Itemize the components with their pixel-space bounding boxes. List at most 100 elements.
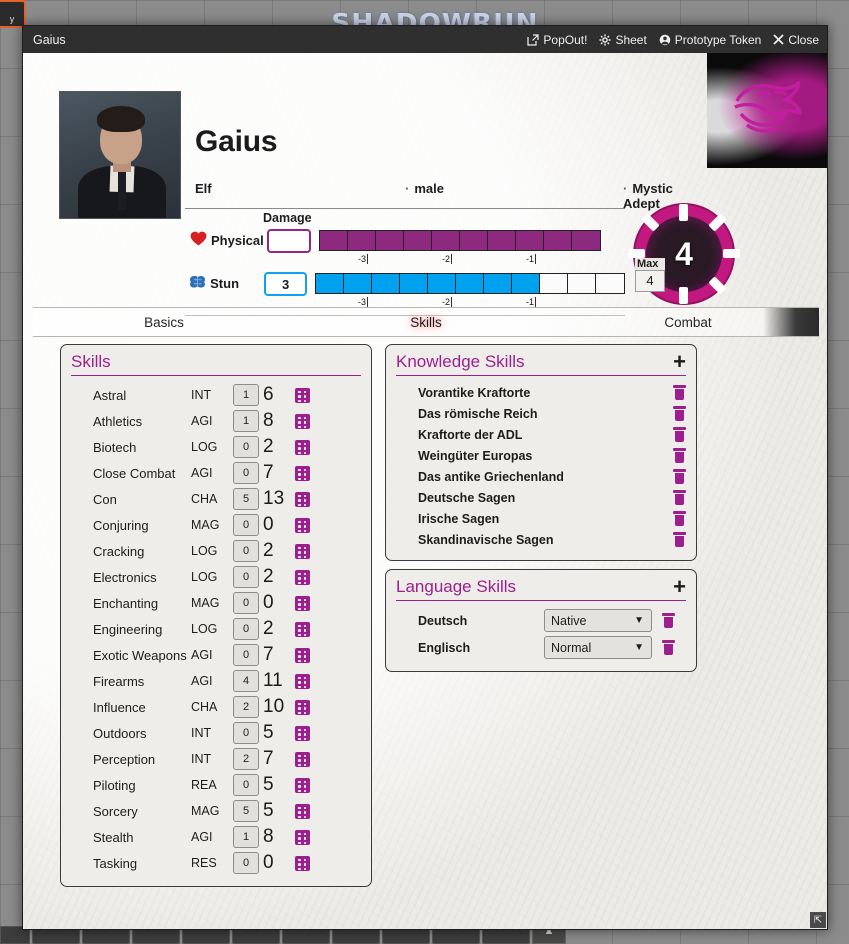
skill-rank-input[interactable]: 1 xyxy=(233,410,259,432)
roll-dice-icon[interactable] xyxy=(295,751,310,767)
roll-dice-icon[interactable] xyxy=(295,855,310,871)
character-portrait[interactable] xyxy=(59,91,181,219)
skill-name: Athletics xyxy=(93,413,143,429)
roll-dice-icon[interactable] xyxy=(295,569,310,585)
track-box[interactable] xyxy=(488,231,516,250)
skill-rank-input[interactable]: 0 xyxy=(233,852,259,874)
roll-dice-icon[interactable] xyxy=(295,673,310,689)
track-box[interactable] xyxy=(595,274,624,293)
track-box[interactable] xyxy=(572,231,600,250)
skill-rank-input[interactable]: 0 xyxy=(233,436,259,458)
physical-damage-input[interactable] xyxy=(267,228,311,253)
roll-dice-icon[interactable] xyxy=(295,803,310,819)
track-box[interactable] xyxy=(539,274,568,293)
delete-icon[interactable] xyxy=(662,613,675,628)
track-box[interactable] xyxy=(348,231,376,250)
skill-rank-input[interactable]: 0 xyxy=(233,540,259,562)
roll-dice-icon[interactable] xyxy=(295,387,310,403)
track-box[interactable] xyxy=(567,274,596,293)
skill-rank-input[interactable]: 0 xyxy=(233,722,259,744)
roll-dice-icon[interactable] xyxy=(295,647,310,663)
skill-attribute: AGI xyxy=(191,648,213,662)
skill-rank-input[interactable]: 0 xyxy=(233,774,259,796)
delete-icon[interactable] xyxy=(673,427,686,442)
knowledge-skill-name[interactable]: Irische Sagen xyxy=(396,512,673,526)
skill-rank-input[interactable]: 0 xyxy=(233,566,259,588)
knowledge-skill-name[interactable]: Kraftorte der ADL xyxy=(396,428,673,442)
skill-rank-input[interactable]: 5 xyxy=(233,800,259,822)
tab-skills[interactable]: Skills xyxy=(295,308,557,336)
roll-dice-icon[interactable] xyxy=(295,517,310,533)
knowledge-skill-name[interactable]: Skandinavische Sagen xyxy=(396,533,673,547)
delete-icon[interactable] xyxy=(673,385,686,400)
track-box[interactable] xyxy=(399,274,428,293)
roll-dice-icon[interactable] xyxy=(295,777,310,793)
track-box[interactable] xyxy=(544,231,572,250)
track-box[interactable] xyxy=(343,274,372,293)
skill-name: Piloting xyxy=(93,777,136,793)
roll-dice-icon[interactable] xyxy=(295,491,310,507)
stun-damage-input[interactable]: 3 xyxy=(264,271,307,296)
popout-button[interactable]: PopOut! xyxy=(527,33,587,47)
knowledge-skill-name[interactable]: Weingüter Europas xyxy=(396,449,673,463)
roll-dice-icon[interactable] xyxy=(295,725,310,741)
roll-dice-icon[interactable] xyxy=(295,465,310,481)
skill-dice-pool: 5 xyxy=(263,774,274,795)
skill-rank-input[interactable]: 0 xyxy=(233,644,259,666)
sheet-config-button[interactable]: Sheet xyxy=(599,33,647,47)
track-box[interactable] xyxy=(427,274,456,293)
roll-dice-icon[interactable] xyxy=(295,413,310,429)
track-box[interactable] xyxy=(455,274,484,293)
skill-rank-input[interactable]: 2 xyxy=(233,748,259,770)
skill-rank-input[interactable]: 0 xyxy=(233,592,259,614)
resize-handle-icon[interactable]: ⇱ xyxy=(810,912,826,928)
roll-dice-icon[interactable] xyxy=(295,621,310,637)
knowledge-skill-name[interactable]: Deutsche Sagen xyxy=(396,491,673,505)
track-box[interactable] xyxy=(511,274,540,293)
track-box[interactable] xyxy=(404,231,432,250)
add-knowledge-skill-button[interactable]: + xyxy=(673,351,686,373)
track-box[interactable] xyxy=(320,231,348,250)
edge-max-input[interactable]: 4 xyxy=(635,270,665,292)
vtt-notice-badge[interactable]: y xyxy=(0,0,26,28)
knowledge-skill-name[interactable]: Vorantike Kraftorte xyxy=(396,386,673,400)
close-button[interactable]: Close xyxy=(773,33,819,47)
language-level-select[interactable]: Normal ▼ xyxy=(544,636,652,659)
roll-dice-icon[interactable] xyxy=(295,699,310,715)
track-box[interactable] xyxy=(371,274,400,293)
track-box[interactable] xyxy=(315,274,344,293)
track-box[interactable] xyxy=(483,274,512,293)
skill-rank-input[interactable]: 0 xyxy=(233,514,259,536)
track-box[interactable] xyxy=(516,231,544,250)
add-language-skill-button[interactable]: + xyxy=(673,576,686,598)
language-level-select[interactable]: Native ▼ xyxy=(544,609,652,632)
knowledge-skill-name[interactable]: Das römische Reich xyxy=(396,407,673,421)
skill-rank-input[interactable]: 1 xyxy=(233,826,259,848)
roll-dice-icon[interactable] xyxy=(295,439,310,455)
delete-icon[interactable] xyxy=(673,490,686,505)
roll-dice-icon[interactable] xyxy=(295,595,310,611)
skill-dice-pool: 8 xyxy=(263,826,274,847)
skill-rank-input[interactable]: 5 xyxy=(233,488,259,510)
roll-dice-icon[interactable] xyxy=(295,829,310,845)
physical-boxes[interactable] xyxy=(319,230,601,251)
skill-rank-input[interactable]: 0 xyxy=(233,618,259,640)
skill-rank-input[interactable]: 4 xyxy=(233,670,259,692)
track-box[interactable] xyxy=(376,231,404,250)
delete-icon[interactable] xyxy=(673,532,686,547)
tab-basics[interactable]: Basics xyxy=(33,308,295,336)
skill-rank-input[interactable]: 1 xyxy=(233,384,259,406)
delete-icon[interactable] xyxy=(662,640,675,655)
skill-rank-input[interactable]: 2 xyxy=(233,696,259,718)
delete-icon[interactable] xyxy=(673,448,686,463)
delete-icon[interactable] xyxy=(673,406,686,421)
prototype-token-button[interactable]: Prototype Token xyxy=(659,33,761,47)
delete-icon[interactable] xyxy=(673,469,686,484)
knowledge-skill-name[interactable]: Das antike Griechenland xyxy=(396,470,673,484)
track-box[interactable] xyxy=(432,231,460,250)
stun-boxes[interactable] xyxy=(314,273,625,294)
roll-dice-icon[interactable] xyxy=(295,543,310,559)
skill-rank-input[interactable]: 0 xyxy=(233,462,259,484)
delete-icon[interactable] xyxy=(673,511,686,526)
track-box[interactable] xyxy=(460,231,488,250)
